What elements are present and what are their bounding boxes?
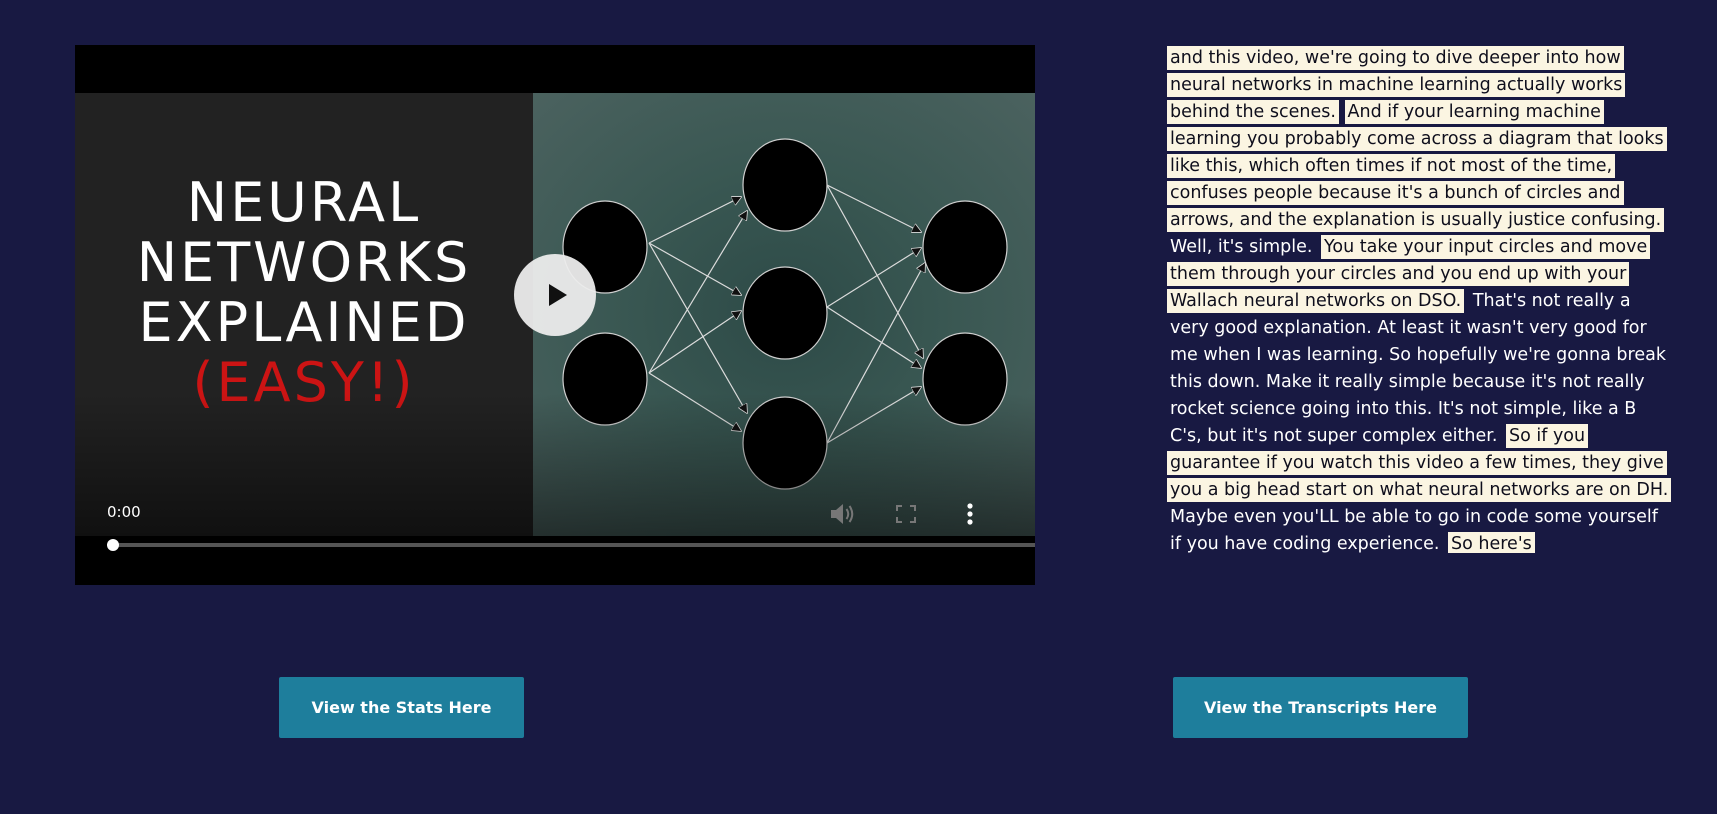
- fullscreen-icon: [896, 505, 916, 523]
- transcript-segment[interactable]: So here's: [1448, 532, 1535, 553]
- progress-scrubber[interactable]: [107, 539, 119, 551]
- view-transcripts-button[interactable]: View the Transcripts Here: [1173, 677, 1468, 738]
- hidden-node: [742, 138, 828, 232]
- thumbnail-title-line: NETWORKS: [136, 230, 472, 294]
- current-time: 0:00: [107, 503, 141, 521]
- view-stats-button[interactable]: View the Stats Here: [279, 677, 524, 738]
- fullscreen-button[interactable]: [891, 500, 921, 528]
- play-icon: [548, 284, 567, 306]
- volume-icon: [831, 504, 854, 524]
- transcript-segment[interactable]: Well, it's simple.: [1167, 235, 1315, 259]
- hidden-node: [742, 266, 828, 360]
- transcript-segment[interactable]: Maybe even you'LL be able to go in code …: [1167, 505, 1661, 553]
- thumbnail-title: NEURAL NETWORKS EXPLAINED (EASY!): [75, 93, 533, 536]
- input-node: [562, 332, 648, 426]
- more-options-button[interactable]: [955, 500, 985, 528]
- mute-button[interactable]: [827, 500, 857, 528]
- play-button[interactable]: [514, 254, 596, 336]
- video-player[interactable]: NEURAL NETWORKS EXPLAINED (EASY!) 0:00: [75, 45, 1035, 585]
- thumbnail-title-line: (EASY!): [192, 350, 416, 414]
- thumbnail-title-line: EXPLAINED: [138, 290, 470, 354]
- more-vertical-icon: [967, 503, 973, 525]
- output-node: [922, 200, 1008, 294]
- hidden-node: [742, 396, 828, 490]
- transcript-panel[interactable]: and this video, we're going to dive deep…: [1167, 45, 1672, 553]
- progress-bar[interactable]: [107, 539, 1035, 551]
- neural-network-diagram: [533, 93, 1035, 536]
- thumbnail-title-line: NEURAL: [186, 170, 422, 234]
- output-node: [922, 332, 1008, 426]
- network-diagram-svg: [562, 138, 1008, 490]
